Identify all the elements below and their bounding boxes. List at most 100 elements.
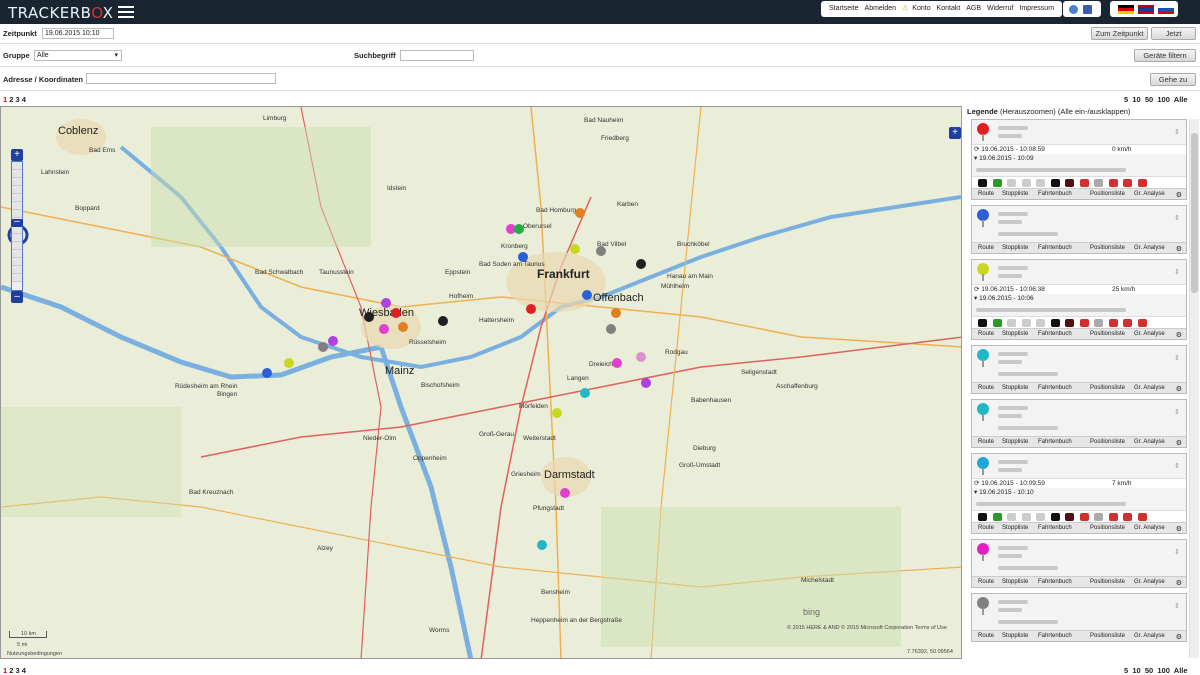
tab-gr-analyse[interactable]: Gr. Analyse [1134,439,1165,445]
zum-zeitpunkt-button[interactable]: Zum Zeitpunkt [1091,27,1148,40]
tab-positionsliste[interactable]: Positionsliste [1090,525,1125,531]
nav-abmelden[interactable]: Abmelden [865,5,897,12]
sort-icon[interactable]: ⇕ [1174,548,1180,556]
tab-fahrtenbuch[interactable]: Fahrtenbuch [1038,439,1072,445]
tab-fahrtenbuch[interactable]: Fahrtenbuch [1038,385,1072,391]
gear-icon[interactable]: ⚙ [1176,579,1182,587]
tab-positionsliste[interactable]: Positionsliste [1090,191,1125,197]
tab-route[interactable]: Route [978,385,994,391]
sort-icon[interactable]: ⇕ [1174,462,1180,470]
device-card[interactable]: ⇕ Route Stoppliste Fahrtenbuch Positionslist… [971,539,1187,588]
sort-icon[interactable]: ⇕ [1174,602,1180,610]
sort-icon[interactable]: ⇕ [1174,408,1180,416]
gear-icon[interactable]: ⚙ [1176,385,1182,393]
gruppe-select[interactable]: Alle ▾ [34,50,122,61]
page-size-link[interactable]: 100 [1157,95,1170,104]
gear-icon[interactable]: ⚙ [1176,439,1182,447]
page-size-link[interactable]: 10 [1132,666,1140,675]
page-size-link[interactable]: 50 [1145,666,1153,675]
page-size-link[interactable]: 10 [1132,95,1140,104]
tab-route[interactable]: Route [978,525,994,531]
map-attribution[interactable]: © 2015 HERE & AND © 2015 Microsoft Corpo… [787,625,947,631]
gear-icon[interactable]: ⚙ [1176,633,1182,641]
tab-route[interactable]: Route [978,439,994,445]
tab-route[interactable]: Route [978,579,994,585]
page-link[interactable]: 3 [16,666,20,675]
device-card-header[interactable]: ⇕ [972,540,1186,564]
map-view[interactable]: Frankfurt Mainz Darmstadt Coblenz Offenb… [0,106,962,659]
tab-stoppliste[interactable]: Stoppliste [1002,633,1028,639]
page-link[interactable]: 2 [9,666,13,675]
tab-stoppliste[interactable]: Stoppliste [1002,439,1028,445]
device-card[interactable]: ⇕ Route Stoppliste Fahrtenbuch Positionslist… [971,205,1187,254]
page-size-link[interactable]: 5 [1124,666,1128,675]
legend-subtitle[interactable]: (Herauszoomen) (Alle ein-/ausklappen) [1000,107,1130,116]
device-card[interactable]: ⇕ Route Stoppliste Fahrtenbuch Positionslist… [971,593,1187,642]
sort-icon[interactable]: ⇕ [1174,214,1180,222]
device-card[interactable]: ⇕ ⟳ 19.06.2015 - 10:09:59 7 km/h ▾ 19.06.20… [971,453,1187,534]
flag-en-icon[interactable] [1138,5,1154,14]
tab-stoppliste[interactable]: Stoppliste [1002,191,1028,197]
tab-gr-analyse[interactable]: Gr. Analyse [1134,245,1165,251]
zoom-out-button[interactable]: – [11,291,23,303]
page-link[interactable]: 1 [3,666,7,675]
nav-impressum[interactable]: Impressum [1019,5,1054,12]
device-card-header[interactable]: ⇕ [972,260,1186,284]
tab-fahrtenbuch[interactable]: Fahrtenbuch [1038,191,1072,197]
terms-link[interactable]: Nutzungsbedingungen [7,651,62,657]
tab-route[interactable]: Route [978,245,994,251]
gehe-zu-button[interactable]: Gehe zu [1150,73,1196,86]
tab-positionsliste[interactable]: Positionsliste [1090,331,1125,337]
flag-ru-icon[interactable] [1158,5,1174,14]
flag-de-icon[interactable] [1118,5,1134,14]
nav-agb[interactable]: AGB [966,5,981,12]
tab-fahrtenbuch[interactable]: Fahrtenbuch [1038,525,1072,531]
tab-route[interactable]: Route [978,191,994,197]
sort-icon[interactable]: ⇕ [1174,354,1180,362]
device-card[interactable]: ⇕ Route Stoppliste Fahrtenbuch Positionslist… [971,399,1187,448]
tab-positionsliste[interactable]: Positionsliste [1090,385,1125,391]
gear-icon[interactable]: ⚙ [1176,191,1182,199]
screen-icon[interactable] [1083,5,1092,14]
nav-konto[interactable]: Konto [912,5,930,12]
device-card[interactable]: ⇕ ⟳ 19.06.2015 - 10:08:59 0 km/h ▾ 19.06.20… [971,119,1187,200]
tab-gr-analyse[interactable]: Gr. Analyse [1134,579,1165,585]
device-card-header[interactable]: ⇕ [972,120,1186,144]
device-card-header[interactable]: ⇕ [972,454,1186,478]
device-card-header[interactable]: ⇕ [972,594,1186,618]
page-link[interactable]: 4 [22,666,26,675]
zeitpunkt-input[interactable]: 19.06.2015 10:10 [42,28,114,39]
tab-positionsliste[interactable]: Positionsliste [1090,439,1125,445]
page-link[interactable]: 3 [16,95,20,104]
zoom-handle[interactable]: – [11,217,23,227]
tab-fahrtenbuch[interactable]: Fahrtenbuch [1038,633,1072,639]
tab-fahrtenbuch[interactable]: Fahrtenbuch [1038,331,1072,337]
tab-route[interactable]: Route [978,633,994,639]
nav-widerruf[interactable]: Widerruf [987,5,1013,12]
tab-fahrtenbuch[interactable]: Fahrtenbuch [1038,579,1072,585]
app-logo[interactable]: TRACKERBOX [8,4,113,22]
menu-icon[interactable] [118,6,134,19]
info-icon[interactable] [1069,5,1078,14]
page-size-link[interactable]: 50 [1145,95,1153,104]
tab-stoppliste[interactable]: Stoppliste [1002,245,1028,251]
tab-positionsliste[interactable]: Positionsliste [1090,579,1125,585]
tab-stoppliste[interactable]: Stoppliste [1002,525,1028,531]
page-size-link[interactable]: Alle [1174,95,1188,104]
page-link[interactable]: 2 [9,95,13,104]
device-card-header[interactable]: ⇕ [972,206,1186,230]
tab-fahrtenbuch[interactable]: Fahrtenbuch [1038,245,1072,251]
tab-stoppliste[interactable]: Stoppliste [1002,579,1028,585]
device-card[interactable]: ⇕ ⟳ 19.06.2015 - 10:06:38 25 km/h ▾ 19.06.2… [971,259,1187,340]
nav-kontakt[interactable]: Kontakt [937,5,961,12]
gear-icon[interactable]: ⚙ [1176,331,1182,339]
device-card[interactable]: ⇕ Route Stoppliste Fahrtenbuch Positionslist… [971,345,1187,394]
page-link[interactable]: 1 [3,95,7,104]
page-size-link[interactable]: Alle [1174,666,1188,675]
page-size-link[interactable]: 5 [1124,95,1128,104]
page-size-link[interactable]: 100 [1157,666,1170,675]
zoom-in-button[interactable]: + [11,149,23,161]
tab-stoppliste[interactable]: Stoppliste [1002,385,1028,391]
tab-positionsliste[interactable]: Positionsliste [1090,245,1125,251]
geraete-filtern-button[interactable]: Geräte filtern [1134,49,1196,62]
